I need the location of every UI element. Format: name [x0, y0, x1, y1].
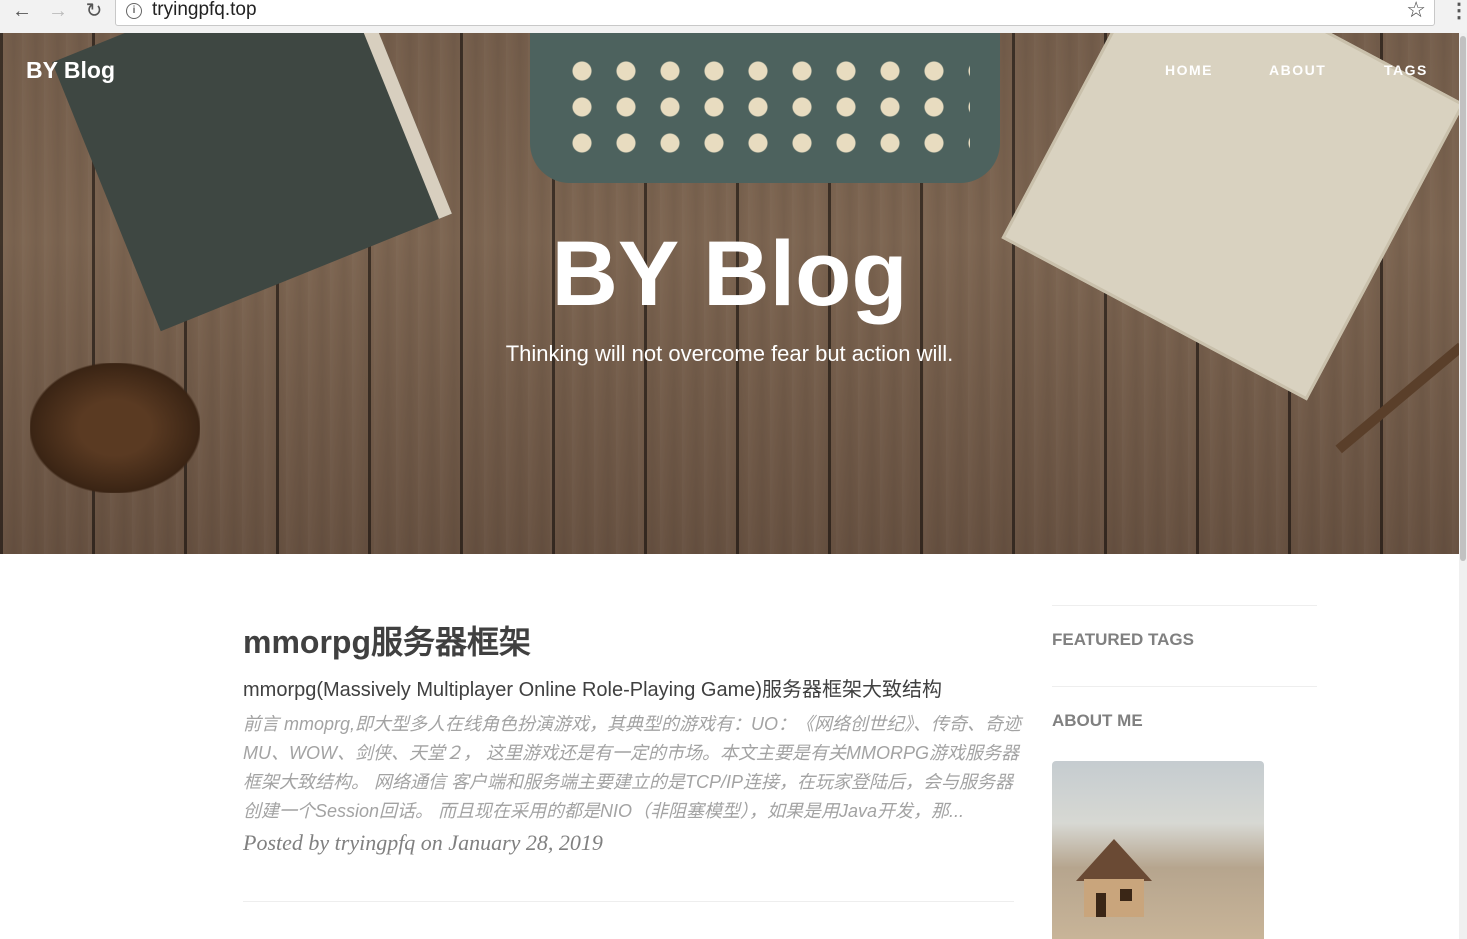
- typewriter-keys-image: [560, 53, 970, 153]
- house-roof-shape: [1076, 839, 1152, 881]
- about-me-heading: ABOUT ME: [1052, 711, 1143, 730]
- about-me-avatar: [1052, 761, 1264, 939]
- sidebar-divider: [1052, 605, 1317, 606]
- house-door-shape: [1096, 893, 1106, 917]
- post-excerpt[interactable]: 前言 mmoprg,即大型多人在线角色扮演游戏，其典型的游戏有：UO：《网络创世…: [243, 710, 1023, 826]
- hero-title: BY Blog: [551, 223, 908, 325]
- post-meta: Posted by tryingpfq on January 28, 2019: [243, 830, 603, 855]
- bookmark-star-icon[interactable]: ☆: [1406, 0, 1426, 23]
- house-body-shape: [1084, 879, 1144, 917]
- nav-about-link[interactable]: ABOUT: [1269, 62, 1326, 78]
- browser-menu-icon[interactable]: ⋮: [1449, 0, 1467, 23]
- sidebar-divider: [1052, 686, 1317, 687]
- reload-icon[interactable]: ↻: [80, 0, 108, 26]
- nav-home-link[interactable]: HOME: [1165, 62, 1213, 78]
- post-title-link[interactable]: mmorpg服务器框架: [243, 617, 531, 663]
- scrollbar-thumb[interactable]: [1460, 36, 1466, 561]
- url-text[interactable]: tryingpfq.top: [152, 0, 257, 21]
- house-window-shape: [1120, 889, 1132, 901]
- back-icon[interactable]: ←: [8, 0, 36, 26]
- post-divider: [243, 901, 1014, 902]
- address-bar[interactable]: i tryingpfq.top ☆: [115, 0, 1435, 26]
- featured-tags-heading: FEATURED TAGS: [1052, 630, 1194, 649]
- pinecone-image: [30, 363, 200, 493]
- site-brand-link[interactable]: BY Blog: [26, 57, 115, 84]
- browser-toolbar: ← → ↻ i tryingpfq.top ☆ ⋮: [0, 0, 1467, 34]
- nav-tags-link[interactable]: TAGS: [1384, 62, 1428, 78]
- info-icon[interactable]: i: [126, 3, 142, 19]
- forward-icon[interactable]: →: [44, 0, 72, 26]
- hero-subtitle: Thinking will not overcome fear but acti…: [505, 341, 954, 366]
- post-subtitle-link[interactable]: mmorpg(Massively Multiplayer Online Role…: [243, 673, 942, 702]
